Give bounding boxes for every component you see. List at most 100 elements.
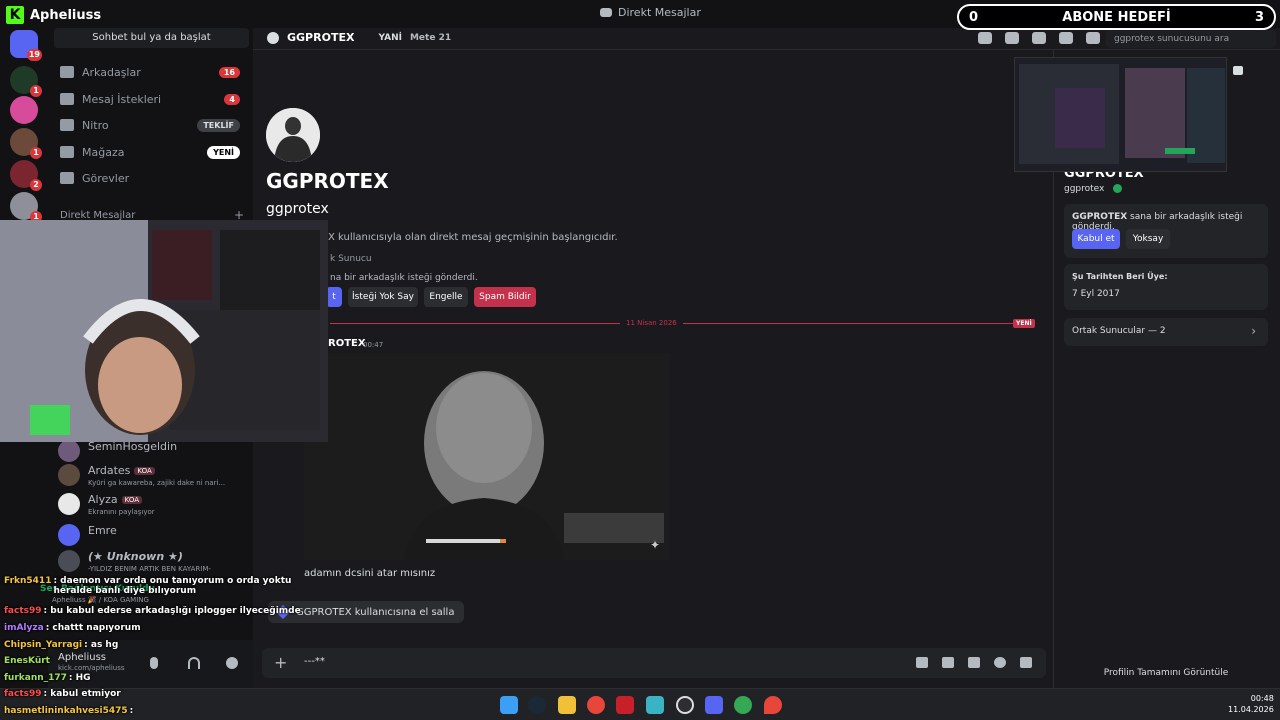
nav-friends[interactable]: Arkadaşlar 16 — [54, 60, 244, 84]
message-timestamp: 00:47 — [363, 341, 384, 349]
friend-request-text: na bir arkadaşlık isteği gönderdi. — [330, 273, 478, 283]
mutual-servers-row[interactable]: Ortak Sunucular — 2 › — [1064, 318, 1268, 346]
dm-name-label: Ardates — [88, 464, 131, 477]
profile-avatar — [266, 108, 320, 162]
dm-item[interactable]: Alyza KOA Ekranını paylaşıyor — [56, 491, 246, 521]
nav-nitro-label: Nitro — [82, 118, 109, 132]
friends-icon — [60, 66, 74, 78]
video-call-icon[interactable] — [1005, 32, 1019, 44]
screen-share-image — [1015, 58, 1226, 171]
server-avatar-2[interactable]: 2 — [10, 160, 42, 191]
kick-logo-icon: K — [6, 6, 24, 24]
folder-icon[interactable] — [558, 696, 576, 714]
clock-date: 11.04.2026 — [1228, 705, 1274, 714]
stream-chat-overlay: Frkn5411: daemon var orda onu tanıyorum … — [0, 572, 320, 720]
profile-username: ggprotex — [266, 201, 329, 217]
sub-goal-target: 3 — [1254, 9, 1264, 25]
status-indicator-icon — [1113, 184, 1123, 193]
app-icon[interactable] — [616, 696, 634, 714]
chat-msg: : kabul etmiyor — [43, 689, 121, 699]
nav-friends-label: Arkadaşlar — [82, 65, 141, 79]
nav-message-requests-label: Mesaj İstekleri — [82, 92, 162, 106]
screen-share-thumbnail — [1014, 57, 1227, 172]
chat-line: facts99: bu kabul ederse arkadaşlığı ipl… — [4, 606, 301, 616]
system-clock[interactable]: 00:48 11.04.2026 — [1228, 693, 1274, 715]
capcut-icon[interactable] — [646, 696, 664, 714]
offer-pill: TEKLİF — [197, 118, 240, 132]
sub-goal-label: ABONE HEDEFİ — [1062, 9, 1171, 25]
start-icon[interactable] — [500, 696, 518, 714]
dm-item[interactable]: Ardates KOA Kyūri ga kawareba, zajiki dak… — [56, 462, 246, 492]
clock-time: 00:48 — [1250, 694, 1274, 703]
chat-msg: : daemon var orda onu tanıyorum o orda y… — [53, 576, 292, 596]
tab-yani[interactable]: YANİ — [378, 33, 402, 43]
avatar — [58, 550, 80, 572]
report-spam-button[interactable]: Spam Bildir — [474, 287, 536, 307]
chat-user: furkann_177 — [4, 673, 67, 683]
server-green[interactable]: 1 — [10, 66, 42, 97]
user-avatar-icon — [267, 31, 279, 44]
nav-quests[interactable]: Görevler — [54, 166, 244, 190]
voice-call-icon[interactable] — [978, 32, 992, 44]
pin-icon[interactable] — [1032, 32, 1046, 44]
chat-line: Frkn5411: daemon var orda onu tanıyorum … — [4, 576, 313, 596]
subscriber-goal-bar: 0 ABONE HEDEFİ 3 — [957, 4, 1276, 30]
chat-msg: : HG — [68, 673, 91, 683]
message-composer[interactable]: + ---** — [262, 648, 1046, 678]
request-user: GGPROTEX — [1072, 212, 1128, 222]
chrome-icon[interactable] — [587, 696, 605, 714]
chat-line: imAlyza: chattt napıyorum — [4, 623, 141, 633]
nav-message-requests[interactable]: Mesaj İstekleri 4 — [54, 87, 244, 111]
profile-display-name: GGPROTEX — [266, 169, 389, 193]
server-chips[interactable] — [10, 96, 38, 124]
ignore-request-button[interactable]: İsteği Yok Say — [348, 287, 418, 307]
tab-mete-21[interactable]: Mete 21 — [410, 33, 451, 43]
sticker-icon[interactable] — [968, 657, 980, 668]
gif-icon[interactable] — [942, 657, 954, 668]
accept-request-button[interactable]: t — [326, 287, 342, 307]
chrome-2-icon[interactable] — [734, 696, 752, 714]
apps-icon[interactable] — [1020, 657, 1032, 668]
stream-brand: K Apheliuss — [6, 6, 101, 24]
steam-icon[interactable] — [528, 696, 546, 714]
dm-status: Ekranını paylaşıyor — [88, 508, 155, 516]
message-author[interactable]: ROTEX — [328, 338, 366, 349]
dm-name: (★ Unknown ★) — [88, 550, 183, 563]
chevron-right-icon: › — [1251, 324, 1256, 338]
server-badge: 1 — [30, 147, 42, 159]
mutual-servers-text: k Sunucu — [330, 254, 372, 264]
user-profile-icon[interactable] — [1086, 32, 1100, 44]
discord-taskbar-icon[interactable] — [705, 696, 723, 714]
nav-nitro[interactable]: Nitro TEKLİF — [54, 113, 244, 137]
panel-accept-button[interactable]: Kabul et — [1072, 229, 1120, 249]
home-dm-button[interactable]: 19 — [10, 30, 42, 61]
server-badge: 1 — [30, 85, 42, 97]
panel-ignore-button[interactable]: Yoksay — [1126, 229, 1170, 249]
view-full-profile-link[interactable]: Profilin Tamamını Görüntüle — [1064, 668, 1268, 678]
composer-actions — [916, 657, 1032, 668]
gift-icon[interactable] — [916, 657, 928, 668]
map-pin-icon[interactable] — [764, 696, 782, 714]
chat-msg: : chattt napıyorum — [45, 623, 141, 633]
member-since-label: Şu Tarihten Beri Üye: — [1072, 272, 1168, 281]
chat-user: facts99 — [4, 606, 42, 616]
panel-username: ggprotex — [1064, 184, 1123, 194]
block-button[interactable]: Engelle — [424, 287, 468, 307]
server-avatar-1[interactable]: 1 — [10, 128, 42, 159]
window-title-label: Direkt Mesajlar — [618, 6, 701, 19]
dm-name: Alyza KOA — [88, 493, 142, 506]
add-friend-icon[interactable] — [1059, 32, 1073, 44]
divider-date: 11 Nisan 2026 — [620, 319, 683, 327]
shop-icon — [60, 146, 74, 158]
quests-icon — [60, 172, 74, 184]
chat-user: imAlyza — [4, 623, 44, 633]
obs-icon[interactable] — [676, 696, 694, 714]
find-conversation-input[interactable]: Sohbet bul ya da başlat — [54, 28, 249, 48]
emoji-icon[interactable] — [994, 657, 1006, 668]
message-image-attachment[interactable]: ✦ — [304, 353, 670, 560]
server-search-input[interactable]: ggprotex sunucusunu ara — [1106, 30, 1276, 48]
server-avatar-3[interactable]: 1 — [10, 192, 42, 223]
nav-shop[interactable]: Mağaza YENİ — [54, 140, 244, 164]
gift-icon[interactable] — [1233, 66, 1243, 75]
guild-tag: KOA — [134, 467, 155, 475]
